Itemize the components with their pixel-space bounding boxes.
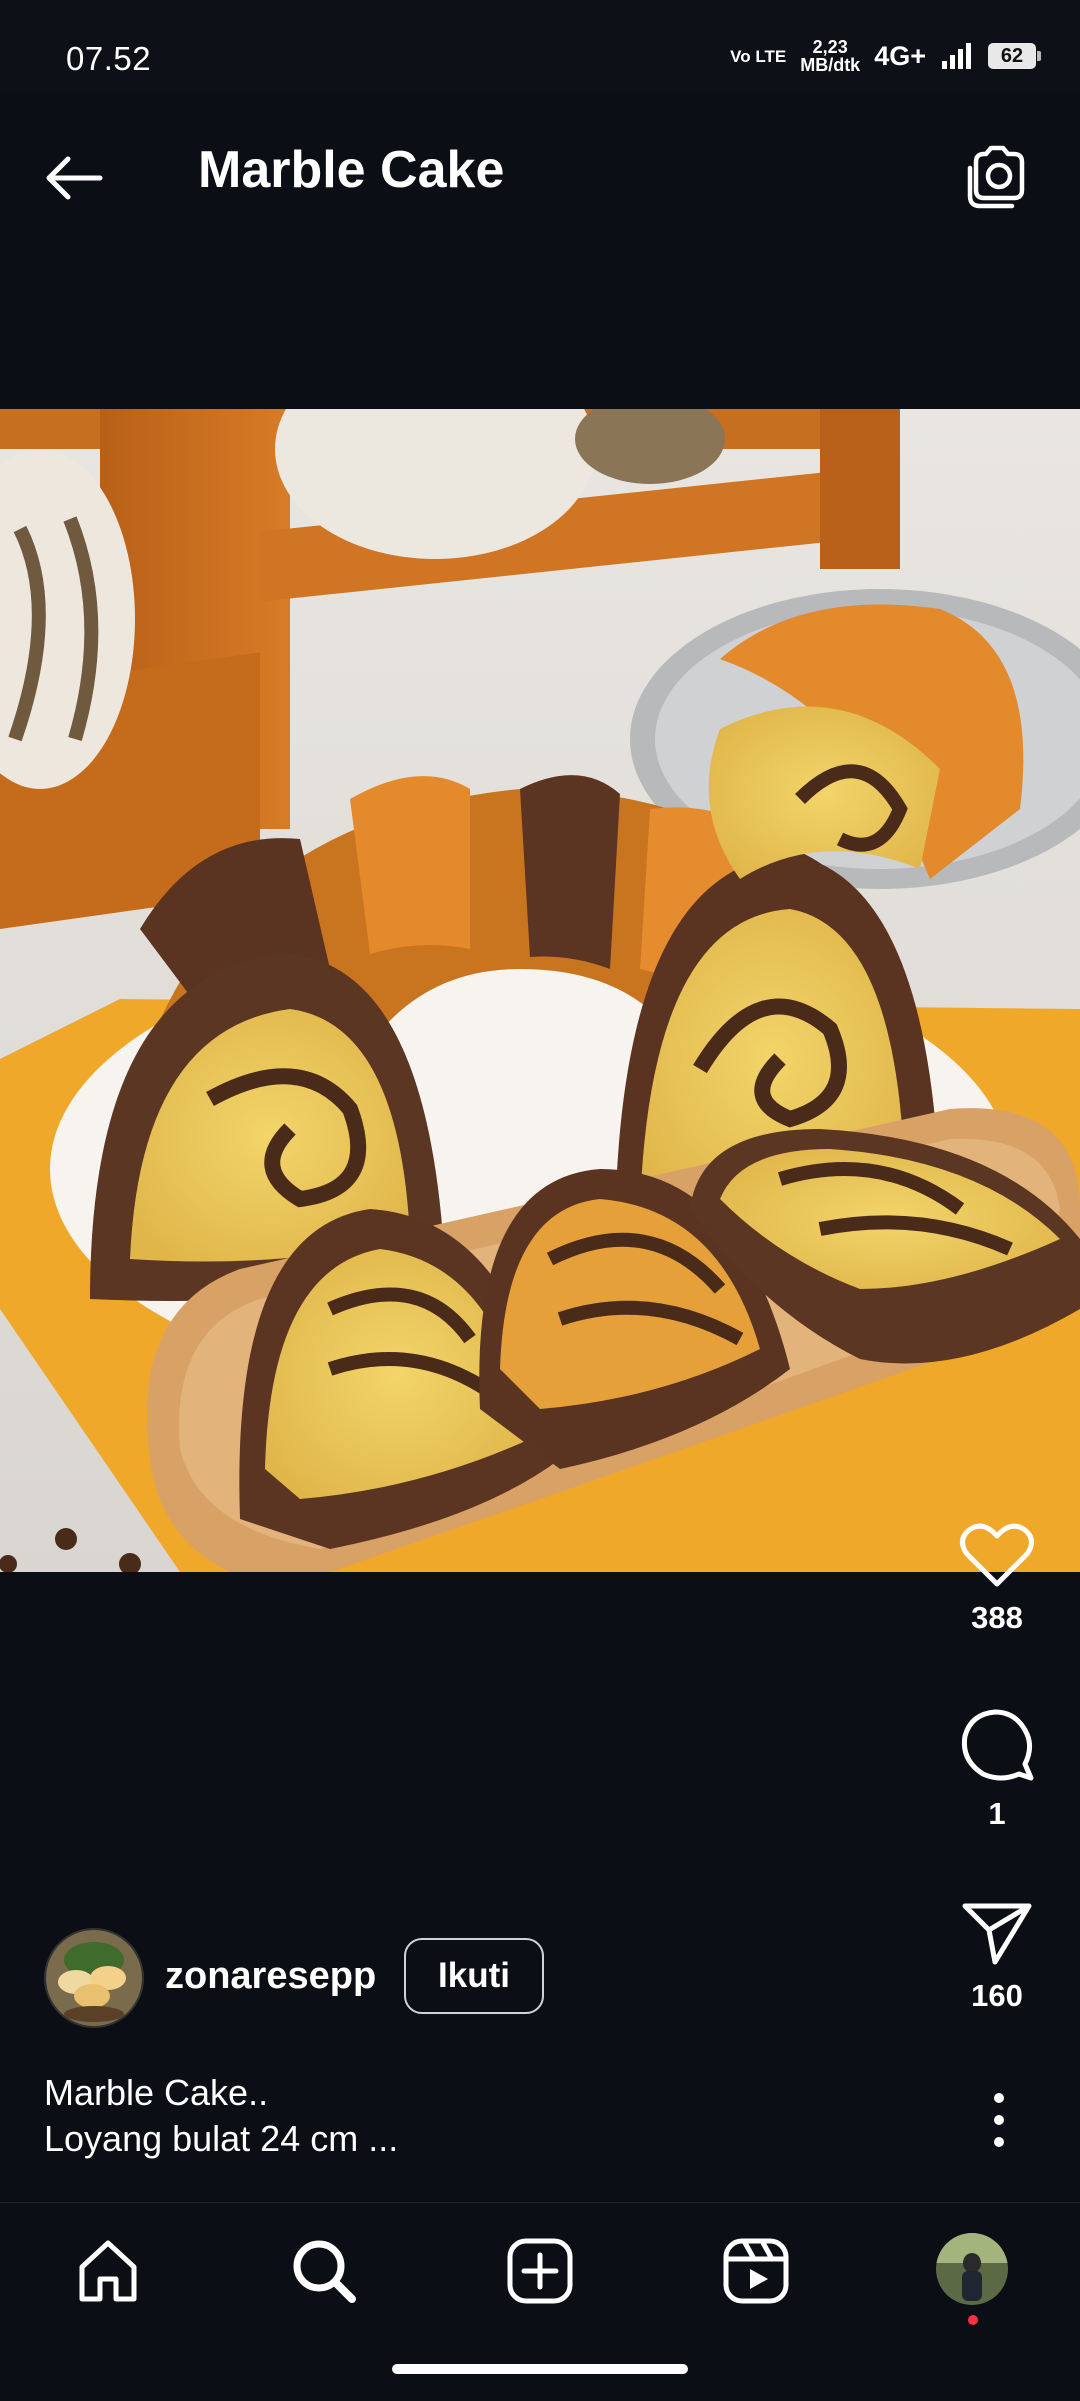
camera-icon[interactable] [962,142,1032,212]
status-icons: Vo LTE 2,23 MB/dtk 4G+ 62 [730,37,1041,75]
home-icon[interactable] [72,2235,144,2307]
share-count: 160 [971,1978,1023,2013]
search-icon[interactable] [288,2235,360,2307]
signal-icon [942,43,971,69]
marble-cake-photo [0,409,1080,1572]
more-options-icon[interactable] [985,2090,1013,2150]
comment-action[interactable]: 1 [955,1708,1039,1832]
top-app-bar: Marble Cake [0,92,1080,252]
profile-avatar[interactable] [936,2233,1008,2305]
network-type: 4G+ [874,40,926,71]
like-count: 388 [971,1600,1023,1635]
page-title: Marble Cake [198,141,505,199]
status-bar: 07.52 Vo LTE 2,23 MB/dtk 4G+ 62 [0,0,1080,92]
author-avatar[interactable] [44,1928,144,2028]
reels-icon[interactable] [720,2235,792,2307]
caption-line-1: Marble Cake.. [44,2072,269,2113]
status-time: 07.52 [66,40,152,77]
create-post-icon[interactable] [504,2235,576,2307]
follow-button[interactable]: Ikuti [404,1938,544,2014]
notification-dot [968,2315,978,2325]
post-caption[interactable]: Marble Cake.. Loyang bulat 24 cm ... [44,2070,398,2162]
caption-line-2: Loyang bulat 24 cm ... [44,2118,399,2159]
share-action[interactable]: 160 [955,1900,1039,2014]
post-image[interactable] [0,409,1080,1572]
heart-icon[interactable] [959,1522,1035,1588]
send-icon[interactable] [959,1900,1035,1966]
home-indicator[interactable] [392,2364,688,2374]
volte-indicator: Vo LTE [730,46,787,66]
comment-icon[interactable] [959,1708,1035,1784]
comment-count: 1 [988,1796,1006,1831]
like-action[interactable]: 388 [955,1522,1039,1636]
battery-indicator: 62 [988,43,1041,69]
author-username[interactable]: zonaresepp [165,1955,376,1998]
back-arrow-icon[interactable] [40,142,112,214]
network-speed: 2,23 MB/dtk [800,37,861,75]
